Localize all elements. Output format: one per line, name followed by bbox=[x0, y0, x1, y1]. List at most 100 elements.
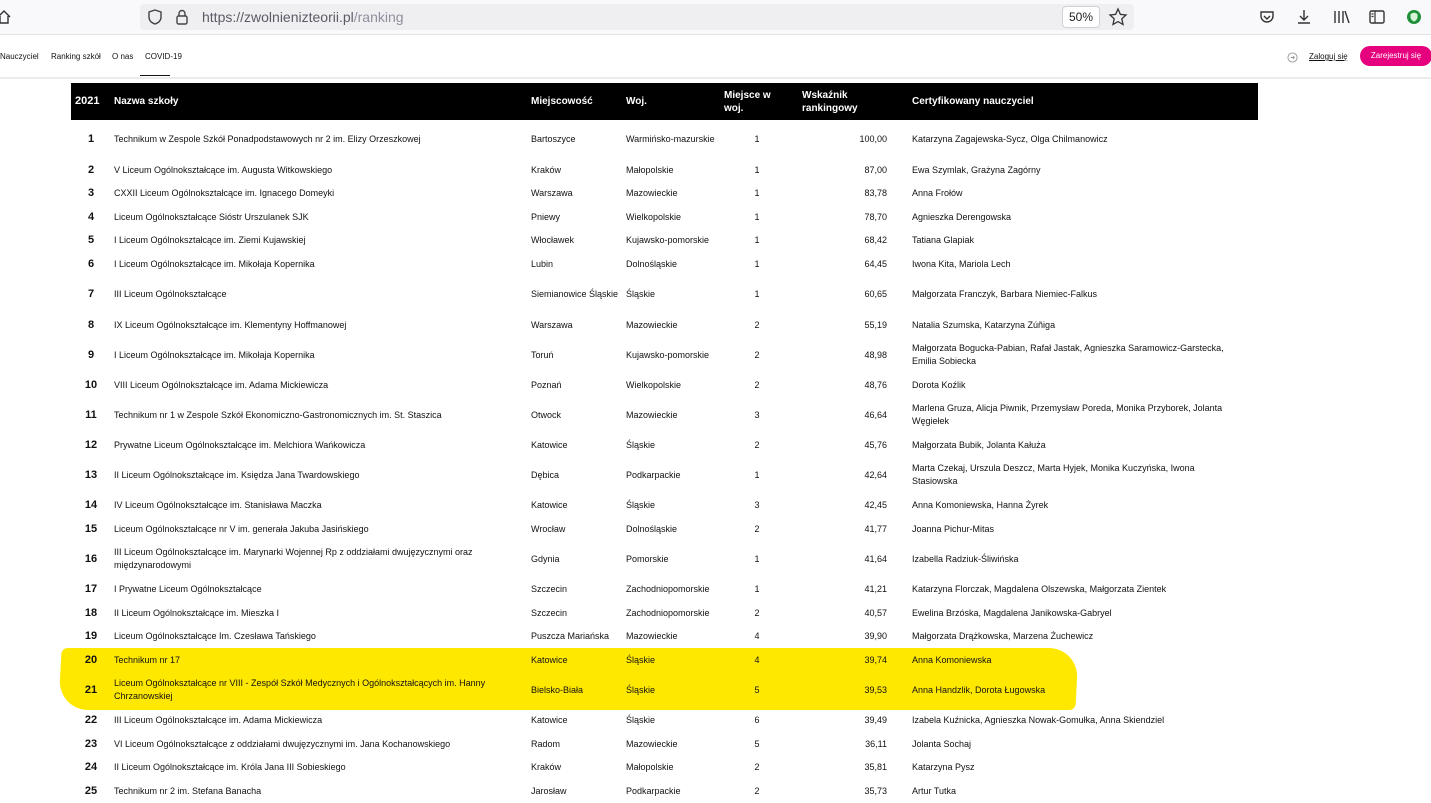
table-row: 4 Liceum Ogólnokształcące Sióstr Urszulan… bbox=[71, 205, 1258, 229]
row-rank: 6 bbox=[87, 257, 95, 270]
voivodeship: Kujawsko-pomorskie bbox=[626, 235, 710, 245]
school-name: V Liceum Ogólnokształcące im. Augusta Wi… bbox=[114, 164, 333, 175]
city: Bielsko-Biała bbox=[531, 684, 584, 695]
school-name: Technikum nr 1 w Zespole Szkół Ekonomicz… bbox=[114, 409, 442, 420]
row-rank: 10 bbox=[84, 378, 98, 391]
city: Lubin bbox=[531, 258, 554, 269]
zoom-level-button[interactable]: 50% bbox=[1062, 6, 1100, 28]
voivodeship: Zachodniopomorskie bbox=[626, 583, 710, 594]
download-icon[interactable] bbox=[1295, 8, 1313, 26]
city: Warszawa bbox=[531, 188, 573, 198]
ranking-score: 39,49 bbox=[864, 714, 887, 725]
nav-item-covid[interactable]: COVID-19 bbox=[145, 52, 182, 61]
nav-item-ranking[interactable]: Ranking szkół bbox=[51, 52, 101, 61]
row-rank: 16 bbox=[84, 552, 98, 565]
city: Puszcza Mariańska bbox=[531, 631, 610, 641]
city: Siemianowice Śląskie bbox=[531, 289, 619, 299]
voivodeship: Pomorskie bbox=[626, 553, 669, 564]
url-path: /ranking bbox=[353, 9, 404, 25]
city: Poznań bbox=[531, 379, 562, 390]
city: Szczecin bbox=[531, 607, 568, 618]
home-icon[interactable] bbox=[0, 9, 12, 25]
url-text[interactable]: https://zwolnienizteorii.pl/ranking bbox=[202, 9, 404, 25]
place-in-voivodeship: 4 bbox=[754, 654, 760, 665]
table-body: 1 Technikum w Zespole Szkół Ponadpodstawo… bbox=[71, 120, 1258, 803]
pocket-icon[interactable] bbox=[1258, 8, 1276, 26]
voivodeship: Dolnośląskie bbox=[626, 258, 678, 269]
table-row: 6 I Liceum Ogólnokształcące im. Mikołaja … bbox=[71, 252, 1258, 276]
register-button[interactable]: Zarejestruj się bbox=[1360, 46, 1431, 66]
certified-teachers: Katarzyna Florczak, Magdalena Olszewska,… bbox=[912, 583, 1167, 594]
voivodeship: Mazowieckie bbox=[626, 409, 678, 420]
row-rank: 9 bbox=[87, 348, 95, 361]
city: Włocławek bbox=[531, 235, 575, 245]
lock-icon[interactable] bbox=[174, 8, 190, 26]
certified-teachers: Jolanta Sochaj bbox=[912, 738, 972, 749]
nav-item-nauczyciel[interactable]: Nauczyciel bbox=[0, 52, 39, 61]
row-rank: 7 bbox=[87, 288, 95, 300]
row-rank: 13 bbox=[84, 468, 98, 481]
table-header: 2021 Nazwa szkoły Miejscowość Woj. Miejs… bbox=[71, 83, 1258, 120]
header-place: Miejsce w woj. bbox=[724, 83, 771, 120]
school-name: II Liceum Ogólnokształcące im. Mieszka I bbox=[114, 607, 280, 618]
school-name: Technikum nr 17 bbox=[114, 654, 181, 665]
ranking-score: 41,21 bbox=[864, 583, 887, 594]
row-rank: 4 bbox=[87, 210, 95, 223]
ranking-score: 36,11 bbox=[865, 738, 887, 749]
voivodeship: Mazowieckie bbox=[626, 738, 678, 749]
school-name: III Liceum Ogólnokształcące bbox=[114, 289, 227, 299]
place-in-voivodeship: 1 bbox=[754, 469, 760, 480]
voivodeship: Mazowieckie bbox=[626, 319, 678, 330]
ranking-score: 39,53 bbox=[864, 684, 887, 695]
certified-teachers: Izabella Radziuk-Śliwińska bbox=[912, 553, 1019, 564]
ranking-score: 55,19 bbox=[864, 319, 887, 330]
url-host: https://zwolnienizteorii.pl bbox=[202, 9, 354, 25]
place-in-voivodeship: 1 bbox=[754, 133, 760, 144]
row-rank: 1 bbox=[87, 132, 95, 145]
site-header: Nauczyciel Ranking szkół O nas COVID-19 … bbox=[0, 35, 1431, 79]
school-name: CXXII Liceum Ogólnokształcące im. Ignace… bbox=[114, 188, 335, 198]
header-year: 2021 bbox=[75, 95, 100, 107]
arrow-circle-icon bbox=[1287, 52, 1298, 63]
extension-shield-icon[interactable] bbox=[1405, 8, 1423, 26]
row-rank: 5 bbox=[87, 234, 95, 246]
table-row: 21 Liceum Ogólnokształcące nr VIII - Zesp… bbox=[71, 672, 1258, 708]
ranking-score: 48,76 bbox=[864, 379, 887, 390]
table-row: 19 Liceum Ogólnokształcące Im. Czesława T… bbox=[71, 625, 1258, 648]
certified-teachers: Ewa Szymlak, Grażyna Zagórny bbox=[912, 164, 1041, 175]
table-row: 17 I Prywatne Liceum Ogólnokształcące Szcz… bbox=[71, 577, 1258, 601]
voivodeship: Dolnośląskie bbox=[626, 523, 678, 534]
library-icon[interactable] bbox=[1332, 8, 1352, 26]
tracking-protection-icon[interactable] bbox=[146, 8, 164, 26]
header-voivodeship: Woj. bbox=[626, 96, 647, 107]
city: Otwock bbox=[531, 409, 562, 420]
certified-teachers: Małgorzata Franczyk, Barbara Niemiec-Fal… bbox=[912, 289, 1098, 299]
city: Kraków bbox=[531, 762, 562, 772]
ranking-score: 68,42 bbox=[864, 235, 887, 245]
header-score-line1: Wskaźnik bbox=[802, 89, 848, 101]
ranking-score: 35,73 bbox=[864, 785, 887, 796]
ranking-score: 46,64 bbox=[864, 409, 887, 420]
header-place-line1: Miejsce w bbox=[724, 89, 771, 101]
ranking-score: 45,76 bbox=[864, 439, 887, 450]
ranking-score: 100,00 bbox=[859, 133, 887, 144]
place-in-voivodeship: 1 bbox=[754, 188, 760, 198]
table-row: 15 Liceum Ogólnokształcące nr V im. gener… bbox=[71, 517, 1258, 541]
sidebar-icon[interactable] bbox=[1368, 8, 1386, 26]
row-rank: 24 bbox=[84, 761, 98, 773]
city: Katowice bbox=[531, 499, 568, 510]
bookmark-star-icon[interactable] bbox=[1108, 7, 1128, 27]
login-link[interactable]: Zaloguj się bbox=[1309, 52, 1348, 61]
voivodeship: Mazowieckie bbox=[626, 188, 678, 198]
voivodeship: Zachodniopomorskie bbox=[626, 607, 710, 618]
voivodeship: Podkarpackie bbox=[626, 785, 681, 796]
city: Katowice bbox=[531, 439, 568, 450]
certified-teachers: Anna Frołów bbox=[912, 188, 963, 198]
table-row: 23 VI Liceum Ogólnokształcące z oddziałam… bbox=[71, 732, 1258, 756]
voivodeship: Małopolskie bbox=[626, 164, 674, 175]
city: Warszawa bbox=[531, 319, 573, 330]
nav-item-about[interactable]: O nas bbox=[112, 52, 133, 61]
voivodeship: Warmińsko-mazurskie bbox=[626, 133, 715, 144]
table-row: 7 III Liceum Ogólnokształcące Siemianowice… bbox=[71, 276, 1258, 313]
row-rank: 22 bbox=[84, 713, 98, 726]
